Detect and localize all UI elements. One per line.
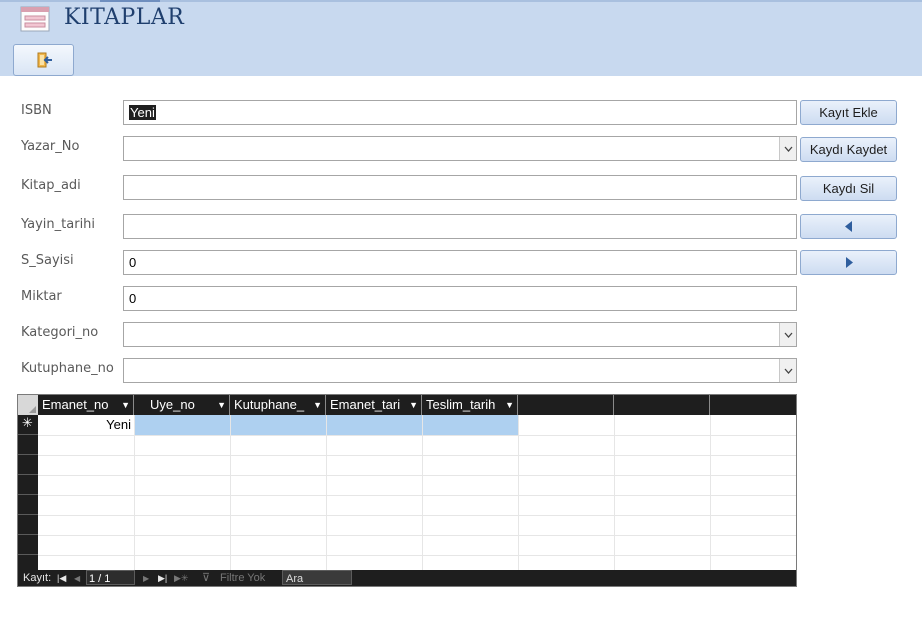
save-record-button[interactable]: Kaydı Kaydet xyxy=(800,137,897,162)
add-record-button[interactable]: Kayıt Ekle xyxy=(800,100,897,125)
miktar-value: 0 xyxy=(129,291,137,306)
exit-door-icon xyxy=(37,52,52,68)
form-icon xyxy=(20,6,50,32)
search-input[interactable]: Ara xyxy=(282,570,352,585)
filter-status[interactable]: Filtre Yok xyxy=(220,570,265,586)
row-divider xyxy=(38,515,796,516)
column-divider xyxy=(230,415,231,570)
chevron-down-icon[interactable] xyxy=(779,359,796,382)
chevron-down-icon[interactable] xyxy=(779,137,796,160)
close-form-button[interactable] xyxy=(13,44,74,76)
column-divider xyxy=(518,415,519,570)
s-sayisi-field[interactable]: 0 xyxy=(123,250,797,275)
record-label: Kayıt: xyxy=(23,572,52,584)
next-record-button[interactable] xyxy=(800,250,897,275)
isbn-field[interactable]: Yeni xyxy=(123,100,797,125)
header-accent-line xyxy=(100,0,160,2)
miktar-field[interactable]: 0 xyxy=(123,286,797,311)
column-header-label: Emanet_tari xyxy=(330,397,401,412)
row-selector[interactable] xyxy=(18,535,38,555)
column-divider xyxy=(710,415,711,570)
new-record-marker: ✳ xyxy=(22,416,33,431)
form-header: KITAPLAR xyxy=(0,0,922,76)
record-selector-column[interactable] xyxy=(18,415,38,570)
row-divider xyxy=(38,475,796,476)
column-header-label: Kutuphane_ xyxy=(234,397,305,412)
column-divider xyxy=(422,415,423,570)
row-selector[interactable] xyxy=(18,475,38,495)
column-header-uye-no[interactable]: Uye_no ▼ xyxy=(134,395,230,415)
column-header-label: Uye_no xyxy=(150,397,195,412)
column-header-empty xyxy=(614,395,710,415)
select-all-corner[interactable] xyxy=(18,395,38,415)
record-position-input[interactable]: 1 / 1 xyxy=(86,570,135,585)
previous-record-icon[interactable]: ◀ xyxy=(74,570,80,586)
dropdown-arrow-icon[interactable]: ▼ xyxy=(313,395,322,415)
chevron-down-icon[interactable] xyxy=(779,323,796,346)
yazar-no-combo[interactable] xyxy=(123,136,797,161)
dropdown-arrow-icon[interactable]: ▼ xyxy=(505,395,514,415)
isbn-value: Yeni xyxy=(129,105,156,120)
label-kategori-no: Kategori_no xyxy=(21,325,99,340)
column-divider xyxy=(326,415,327,570)
filter-icon[interactable]: ⊽ xyxy=(202,570,210,586)
last-record-icon[interactable]: ▶| xyxy=(158,570,167,586)
column-divider xyxy=(134,415,135,570)
s-sayisi-value: 0 xyxy=(129,255,137,270)
label-yazar-no: Yazar_No xyxy=(21,139,80,154)
yayin-tarihi-field[interactable] xyxy=(123,214,797,239)
kutuphane-no-combo[interactable] xyxy=(123,358,797,383)
page-title: KITAPLAR xyxy=(64,5,185,30)
dropdown-arrow-icon[interactable]: ▼ xyxy=(217,395,226,415)
label-miktar: Miktar xyxy=(21,289,62,304)
label-s-sayisi: S_Sayisi xyxy=(21,253,74,268)
row-selector[interactable] xyxy=(18,455,38,475)
row-selector[interactable] xyxy=(18,495,38,515)
column-divider xyxy=(614,415,615,570)
column-header-emanet-no[interactable]: Emanet_no ▼ xyxy=(38,395,134,415)
previous-record-button[interactable] xyxy=(800,214,897,239)
delete-record-button[interactable]: Kaydı Sil xyxy=(800,176,897,201)
label-yayin-tarihi: Yayin_tarihi xyxy=(21,217,96,232)
label-kitap-adi: Kitap_adi xyxy=(21,178,81,193)
label-isbn: ISBN xyxy=(21,103,52,118)
column-header-empty xyxy=(518,395,614,415)
row-divider xyxy=(38,435,796,436)
column-header-kutuphane[interactable]: Kutuphane_ ▼ xyxy=(230,395,326,415)
datasheet-header: Emanet_no ▼ Uye_no ▼ Kutuphane_ ▼ Emanet_ta… xyxy=(18,395,796,415)
label-kutuphane-no: Kutuphane_no xyxy=(21,361,114,376)
kitap-adi-field[interactable] xyxy=(123,175,797,200)
dropdown-arrow-icon[interactable]: ▼ xyxy=(121,395,130,415)
triangle-left-icon xyxy=(844,221,852,232)
new-record-nav-icon[interactable]: ▶✳ xyxy=(174,570,188,586)
row-divider xyxy=(38,495,796,496)
row-divider xyxy=(38,555,796,556)
column-header-label: Emanet_no xyxy=(42,397,109,412)
column-header-label: Teslim_tarih xyxy=(426,397,496,412)
row-selector[interactable] xyxy=(18,515,38,535)
emanet-subform[interactable]: Emanet_no ▼ Uye_no ▼ Kutuphane_ ▼ Emanet_ta… xyxy=(17,394,797,587)
next-record-icon[interactable]: ▶ xyxy=(143,570,149,586)
dropdown-arrow-icon[interactable]: ▼ xyxy=(409,395,418,415)
column-header-teslim-tarihi[interactable]: Teslim_tarih ▼ xyxy=(422,395,518,415)
record-navigation-bar: Kayıt: |◀ ◀ 1 / 1 ▶ ▶| ▶✳ ⊽ Filtre Yok A… xyxy=(18,570,796,586)
column-header-emanet-tarihi[interactable]: Emanet_tari ▼ xyxy=(326,395,422,415)
kategori-no-combo[interactable] xyxy=(123,322,797,347)
new-row-emanet-no[interactable]: Yeni xyxy=(38,415,133,435)
row-divider xyxy=(38,455,796,456)
first-record-icon[interactable]: |◀ xyxy=(57,570,66,586)
column-header-empty xyxy=(710,395,796,415)
row-divider xyxy=(38,535,796,536)
triangle-right-icon xyxy=(845,257,853,268)
row-selector[interactable] xyxy=(18,435,38,455)
